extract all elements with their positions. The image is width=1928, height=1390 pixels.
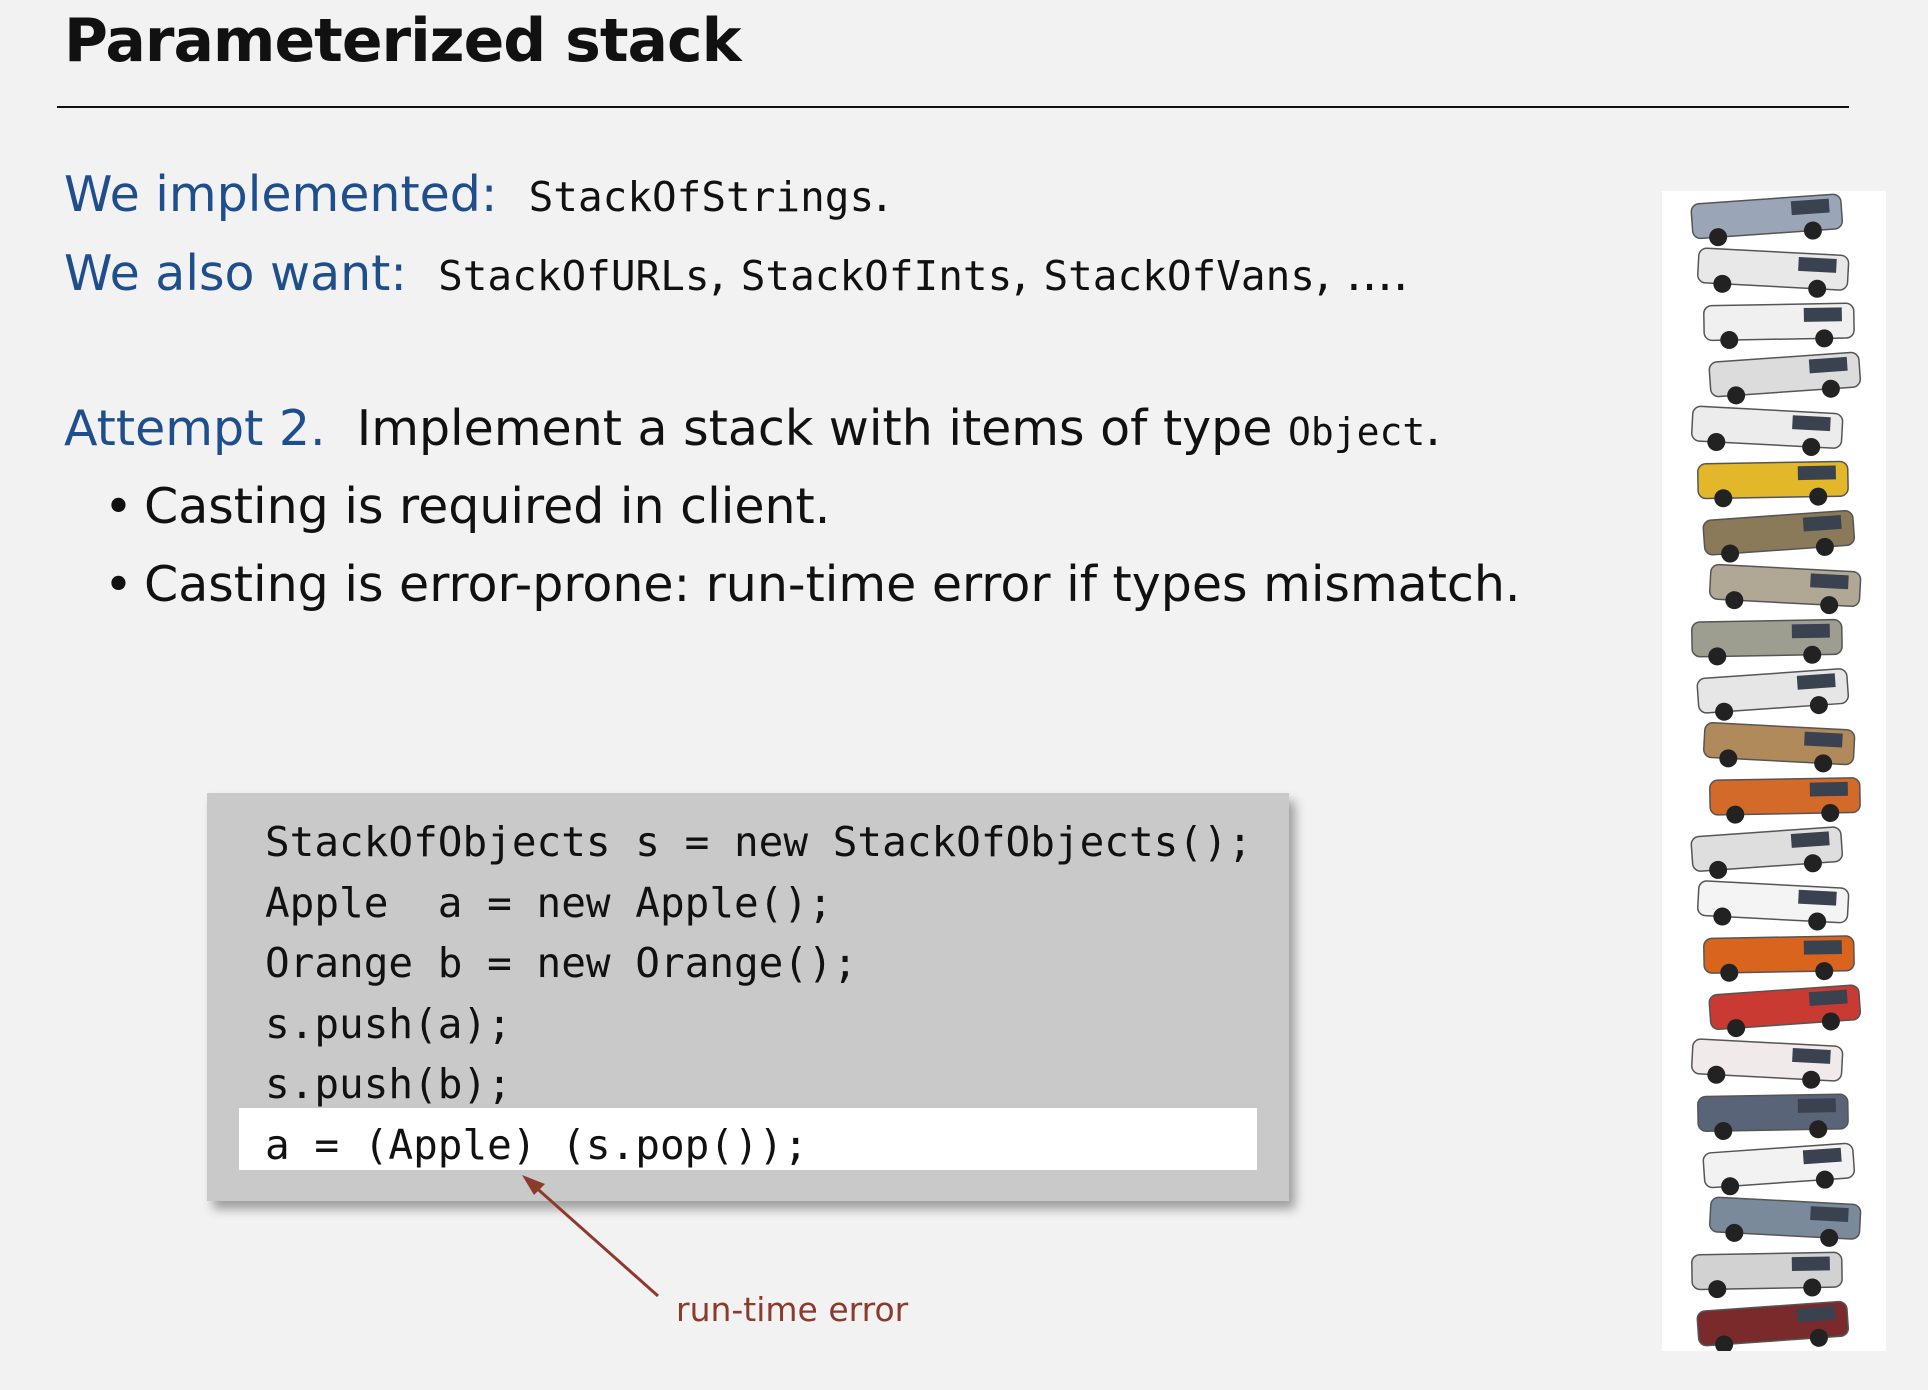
- van-icon: [1691, 405, 1844, 456]
- van-icon: [1691, 618, 1843, 666]
- van-icon: [1702, 509, 1856, 563]
- van-icon: [1696, 668, 1850, 721]
- van-icon: [1690, 826, 1844, 879]
- van-icon: [1702, 1142, 1856, 1196]
- van-stack-icon: [1690, 193, 1862, 1354]
- run-time-error-label: run-time error: [676, 1290, 909, 1329]
- van-icon: [1697, 247, 1850, 298]
- van-icon: [1709, 1196, 1862, 1247]
- van-icon: [1709, 777, 1861, 824]
- van-icon: [1703, 722, 1856, 773]
- van-icon: [1691, 1251, 1843, 1299]
- van-icon: [1691, 1038, 1844, 1089]
- van-icon: [1703, 302, 1855, 350]
- van-icon: [1697, 880, 1850, 931]
- stacked-vans-image: [1662, 191, 1886, 1354]
- van-icon: [1703, 935, 1855, 982]
- van-icon: [1708, 984, 1862, 1038]
- annotation-arrow-icon: [522, 1175, 659, 1298]
- van-icon: [1708, 351, 1862, 405]
- van-icon: [1709, 563, 1862, 615]
- van-icon: [1690, 193, 1844, 247]
- van-icon: [1697, 1093, 1849, 1140]
- van-icon: [1697, 460, 1849, 508]
- van-icon: [1696, 1300, 1850, 1354]
